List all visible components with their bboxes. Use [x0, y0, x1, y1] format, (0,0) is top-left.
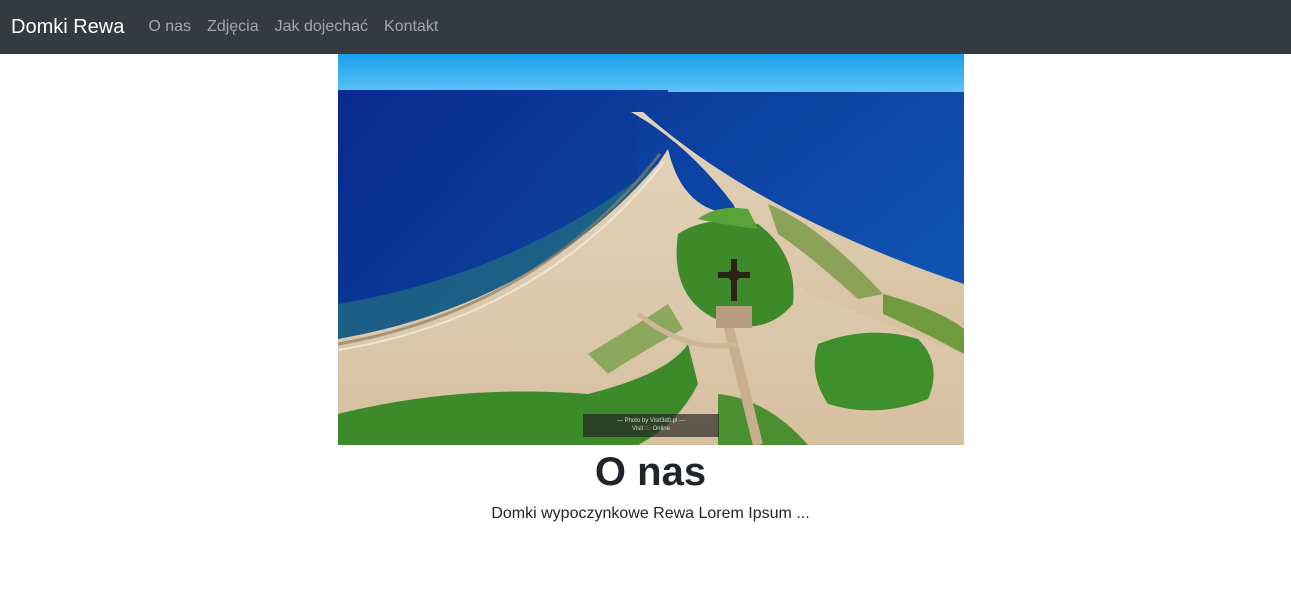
about-text: Domki wypoczynkowe Rewa Lorem Ipsum ...	[491, 505, 810, 522]
watermark-visit: Visit	[632, 426, 644, 432]
nav-item-zdjecia: Zdjęcia	[199, 0, 267, 54]
about-title: O nas	[594, 450, 707, 494]
brand-link[interactable]: Domki Rewa	[11, 0, 124, 54]
watermark-line2: Visit3D Online	[583, 425, 719, 433]
nav-link-o-nas[interactable]: O nas	[140, 18, 199, 35]
nav-list: O nas Zdjęcia Jak dojechać Kontakt	[140, 0, 446, 54]
navbar: Domki Rewa O nas Zdjęcia Jak dojechać Ko…	[0, 0, 1291, 54]
watermark-online: Online	[650, 426, 670, 432]
watermark-line1: — Photo by Visit3d0.pl —	[616, 418, 686, 424]
watermark-3d: 3D	[643, 426, 651, 432]
nav-item-o-nas: O nas	[140, 0, 199, 54]
photo-watermark: — Photo by Visit3d0.pl — Visit3D Online	[583, 414, 719, 437]
nav-item-jak-dojechac: Jak dojechać	[267, 0, 376, 54]
nav-link-zdjecia[interactable]: Zdjęcia	[199, 18, 267, 35]
hero-image: — Photo by Visit3d0.pl — Visit3D Online	[338, 54, 964, 445]
nav-link-kontakt[interactable]: Kontakt	[376, 18, 446, 35]
nav-link-jak-dojechac[interactable]: Jak dojechać	[267, 18, 376, 35]
nav-item-kontakt: Kontakt	[376, 0, 446, 54]
hero-photo-illustration	[338, 54, 964, 445]
